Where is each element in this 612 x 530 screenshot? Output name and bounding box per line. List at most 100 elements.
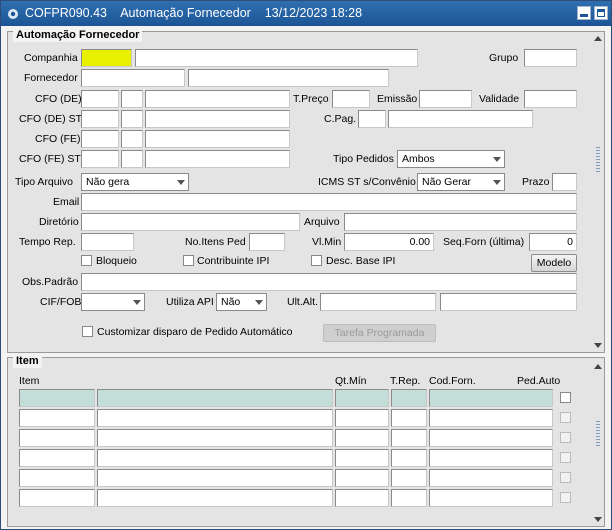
ped-auto-checkbox[interactable] bbox=[560, 412, 571, 423]
chevron-down-icon[interactable] bbox=[174, 174, 188, 190]
t-rep-cell[interactable] bbox=[391, 489, 427, 507]
vl-min-label: Vl.Min bbox=[312, 236, 342, 248]
fornecedor-name-field[interactable] bbox=[188, 69, 389, 87]
customizar-checkbox[interactable] bbox=[82, 326, 93, 337]
item-code-cell[interactable] bbox=[19, 429, 95, 447]
companhia-code-field[interactable] bbox=[81, 49, 132, 67]
cfo-de-st-seq-field[interactable] bbox=[121, 110, 143, 128]
scroll-up-icon[interactable] bbox=[593, 35, 603, 43]
scroll-down-icon[interactable] bbox=[593, 515, 603, 523]
item-desc-cell[interactable] bbox=[97, 489, 333, 507]
chevron-down-icon[interactable] bbox=[490, 174, 504, 190]
item-desc-cell[interactable] bbox=[97, 429, 333, 447]
email-field[interactable] bbox=[81, 193, 577, 211]
validade-field[interactable] bbox=[524, 90, 577, 108]
title-bar[interactable]: COFPR090.43 Automação Fornecedor 13/12/2… bbox=[1, 1, 611, 26]
item-desc-cell[interactable] bbox=[97, 409, 333, 427]
c-pag-desc-field[interactable] bbox=[388, 110, 533, 128]
t-rep-cell[interactable] bbox=[391, 449, 427, 467]
utiliza-api-select[interactable]: Não bbox=[216, 293, 267, 311]
chevron-down-icon[interactable] bbox=[252, 294, 266, 310]
ped-auto-checkbox[interactable] bbox=[560, 432, 571, 443]
item-code-cell[interactable] bbox=[19, 389, 95, 407]
no-itens-ped-field[interactable] bbox=[249, 233, 285, 251]
desc-base-ipi-checkbox[interactable] bbox=[311, 255, 322, 266]
cod-forn-cell[interactable] bbox=[429, 389, 553, 407]
cod-forn-cell[interactable] bbox=[429, 469, 553, 487]
item-code-cell[interactable] bbox=[19, 469, 95, 487]
cfo-fe-desc-field[interactable] bbox=[145, 130, 290, 148]
modelo-button[interactable]: Modelo bbox=[531, 254, 577, 272]
tempo-rep-field[interactable] bbox=[81, 233, 134, 251]
cfo-fe-st-field[interactable] bbox=[81, 150, 119, 168]
qt-min-cell[interactable] bbox=[335, 429, 389, 447]
emissao-field[interactable] bbox=[419, 90, 472, 108]
item-desc-cell[interactable] bbox=[97, 449, 333, 467]
c-pag-code-field[interactable] bbox=[358, 110, 386, 128]
contribuinte-ipi-label: Contribuinte IPI bbox=[197, 255, 270, 267]
companhia-name-field[interactable] bbox=[135, 49, 418, 67]
fornecedor-label: Fornecedor bbox=[24, 72, 78, 84]
scroll-grip-icon[interactable] bbox=[596, 147, 600, 173]
vl-min-field[interactable]: 0.00 bbox=[344, 233, 434, 251]
cod-forn-cell[interactable] bbox=[429, 429, 553, 447]
ult-alt-user-field[interactable] bbox=[320, 293, 436, 311]
t-preco-field[interactable] bbox=[332, 90, 370, 108]
cfo-fe-field[interactable] bbox=[81, 130, 119, 148]
ped-auto-checkbox[interactable] bbox=[560, 452, 571, 463]
qt-min-cell[interactable] bbox=[335, 469, 389, 487]
qt-min-cell[interactable] bbox=[335, 409, 389, 427]
qt-min-cell[interactable] bbox=[335, 489, 389, 507]
cfo-fe-seq-field[interactable] bbox=[121, 130, 143, 148]
cfo-de-seq-field[interactable] bbox=[121, 90, 143, 108]
t-rep-cell[interactable] bbox=[391, 429, 427, 447]
minimize-button[interactable] bbox=[577, 6, 591, 20]
ult-alt-date-field[interactable] bbox=[440, 293, 577, 311]
cif-fob-select[interactable] bbox=[81, 293, 145, 311]
bloqueio-checkbox[interactable] bbox=[81, 255, 92, 266]
tipo-pedidos-select[interactable]: Ambos bbox=[397, 150, 505, 168]
qt-min-cell[interactable] bbox=[335, 449, 389, 467]
item-code-cell[interactable] bbox=[19, 449, 95, 467]
cfo-fe-st-desc-field[interactable] bbox=[145, 150, 290, 168]
arquivo-field[interactable] bbox=[344, 213, 577, 231]
cfo-de-field[interactable] bbox=[81, 90, 119, 108]
cod-forn-cell[interactable] bbox=[429, 489, 553, 507]
item-code-cell[interactable] bbox=[19, 489, 95, 507]
chevron-down-icon[interactable] bbox=[490, 151, 504, 167]
cod-forn-cell[interactable] bbox=[429, 409, 553, 427]
maximize-button[interactable] bbox=[594, 6, 608, 20]
contribuinte-ipi-checkbox[interactable] bbox=[183, 255, 194, 266]
ped-auto-checkbox[interactable] bbox=[560, 472, 571, 483]
scroll-down-icon[interactable] bbox=[593, 341, 603, 349]
item-scrollbar[interactable] bbox=[593, 363, 603, 523]
icms-st-select[interactable]: Não Gerar bbox=[417, 173, 505, 191]
cod-forn-cell[interactable] bbox=[429, 449, 553, 467]
item-desc-cell[interactable] bbox=[97, 469, 333, 487]
tarefa-programada-button[interactable]: Tarefa Programada bbox=[323, 324, 436, 342]
t-rep-cell[interactable] bbox=[391, 469, 427, 487]
cfo-fe-st-seq-field[interactable] bbox=[121, 150, 143, 168]
prazo-field[interactable] bbox=[552, 173, 577, 191]
item-code-cell[interactable] bbox=[19, 409, 95, 427]
ped-auto-checkbox[interactable] bbox=[560, 492, 571, 503]
seq-forn-field[interactable]: 0 bbox=[529, 233, 577, 251]
item-desc-cell[interactable] bbox=[97, 389, 333, 407]
fornecedor-code-field[interactable] bbox=[81, 69, 185, 87]
diretorio-field[interactable] bbox=[81, 213, 300, 231]
cfo-de-st-field[interactable] bbox=[81, 110, 119, 128]
obs-padrao-field[interactable] bbox=[81, 273, 577, 291]
scroll-up-icon[interactable] bbox=[593, 363, 603, 371]
t-rep-cell[interactable] bbox=[391, 409, 427, 427]
tipo-arquivo-value: Não gera bbox=[86, 176, 130, 188]
ped-auto-checkbox[interactable] bbox=[560, 392, 571, 403]
t-rep-cell[interactable] bbox=[391, 389, 427, 407]
cfo-de-desc-field[interactable] bbox=[145, 90, 290, 108]
scroll-grip-icon[interactable] bbox=[596, 421, 600, 447]
cfo-de-st-desc-field[interactable] bbox=[145, 110, 290, 128]
qt-min-cell[interactable] bbox=[335, 389, 389, 407]
tipo-arquivo-select[interactable]: Não gera bbox=[81, 173, 189, 191]
header-scrollbar[interactable] bbox=[593, 35, 603, 349]
chevron-down-icon[interactable] bbox=[130, 294, 144, 310]
grupo-field[interactable] bbox=[524, 49, 577, 67]
